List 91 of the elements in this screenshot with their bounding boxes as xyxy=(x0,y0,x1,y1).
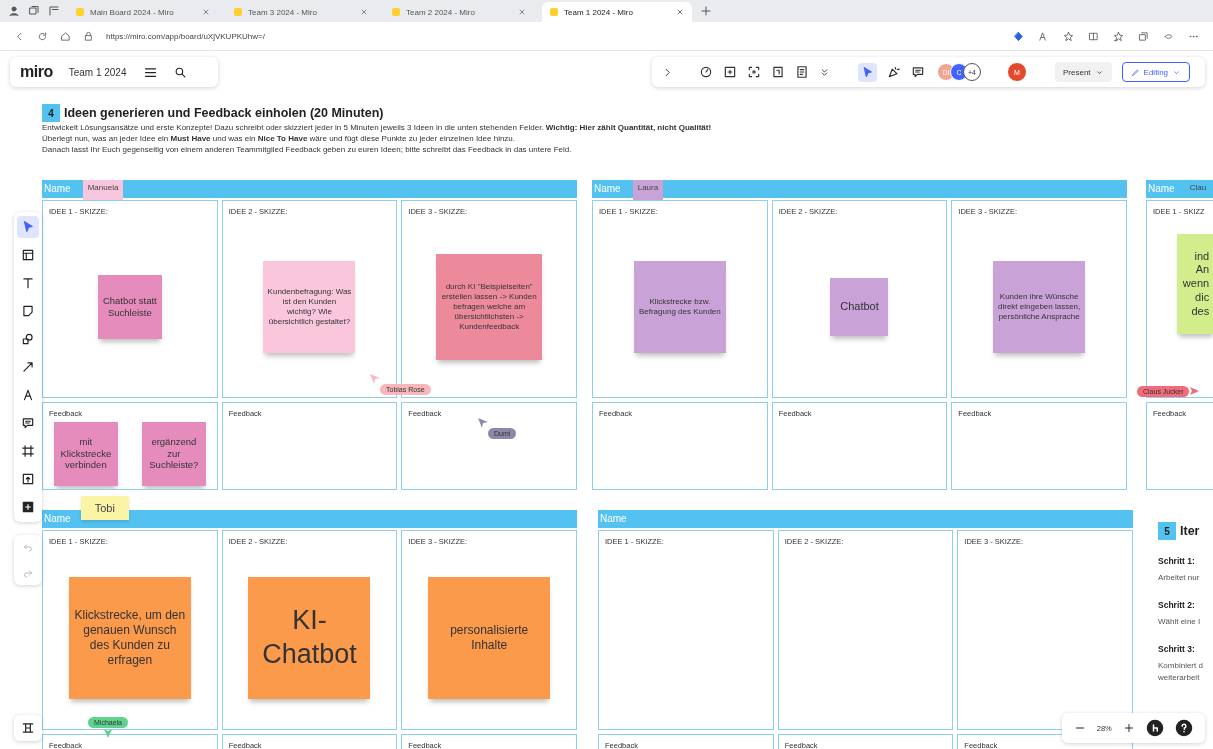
frame-title: Name xyxy=(593,182,621,196)
step-number: 5 xyxy=(1158,522,1176,540)
sticky-note[interactable]: Klickstrecke bzw. Befragung des Kunden xyxy=(633,260,726,353)
sticky-note[interactable]: Klickstrecke, um den genauen Wunsch des Kunden zu erfragen xyxy=(68,576,191,699)
frame-title: Name xyxy=(43,512,71,526)
sticky-note[interactable]: durch KI "Beispielseiten" erstellen lassen -> Kunden befragen welche am übersichtlichsten -> Kundenfeedback xyxy=(436,253,543,360)
frame-title: Name xyxy=(43,182,71,196)
pointer-icon xyxy=(103,728,113,738)
pen-icon xyxy=(21,388,35,402)
sticky-note[interactable]: personalisierte Inhalte xyxy=(428,576,551,699)
lock-icon[interactable] xyxy=(83,30,94,42)
split-screen-icon[interactable] xyxy=(1088,30,1099,42)
frames-icon xyxy=(21,721,35,735)
upload-icon xyxy=(21,472,35,486)
extension-icon[interactable] xyxy=(1013,30,1024,42)
pointer-icon xyxy=(1189,386,1200,396)
board-name[interactable]: Team 1 2024 xyxy=(68,66,127,78)
favicon-icon xyxy=(550,8,558,16)
sticky-note[interactable]: Kunden ihre Wünsche direkt eingeben lassen, persönliche Ansprache xyxy=(993,260,1086,353)
card-icon[interactable] xyxy=(771,65,785,79)
step-label: Schritt 2: xyxy=(1158,600,1196,610)
shapes-icon xyxy=(21,332,35,346)
instruction-text: Danach lasst Ihr Euch gegenseitig von einem anderen Teammitglied Feedback geben zu euren Ideen; bitte schreibt das Feedback in das untere Feld. xyxy=(42,144,573,155)
double-chevron-icon[interactable] xyxy=(819,66,830,78)
frame-icon xyxy=(21,444,35,458)
comment-icon xyxy=(21,416,35,430)
close-icon[interactable] xyxy=(518,8,526,16)
layout-icon xyxy=(21,248,35,262)
favicon-icon xyxy=(392,8,400,16)
browser-tab[interactable]: Team 3 2024 - Miro xyxy=(226,2,376,22)
sticky-note[interactable]: Kundenbefragung: Was ist den Kunden wichtig? Wie übersichtlich gestaltet? xyxy=(263,260,356,353)
chat-icon[interactable] xyxy=(911,65,925,79)
new-tab-icon[interactable] xyxy=(700,5,712,17)
close-icon[interactable] xyxy=(202,8,210,16)
section-title: Ideen generieren und Feedback einholen (20 Minuten) xyxy=(64,106,384,120)
pointer-icon xyxy=(370,374,380,384)
sticky-note-icon xyxy=(21,304,35,318)
url-text[interactable]: https://miro.com/app/board/uXjVKUPKUhw=/ xyxy=(106,31,1001,41)
step-label: Schritt 3: xyxy=(1158,644,1196,654)
sticky-note[interactable]: ind An wenn dic des xyxy=(1177,234,1213,334)
name-note: Tobi xyxy=(80,496,129,520)
favicon-icon xyxy=(234,8,242,16)
profile-icon[interactable] xyxy=(8,5,20,17)
sticky-note[interactable]: ergänzend zur Suchleiste? xyxy=(141,421,206,486)
step-text: Arbeitet nur xyxy=(1158,572,1201,584)
tab-actions-icon[interactable] xyxy=(48,5,60,17)
browser-tab[interactable]: Main Board 2024 - Miro xyxy=(68,2,218,22)
step-text: Kombiniert d weiterarbeit xyxy=(1158,660,1204,684)
instruction-text: Entwickelt Lösungsansätze und erste Konzepte! Dazu schreibt oder skizziert jeder in 5 Minuten jeweils 3 Ideen in die unten stehenden Felder. Wichtig: Hier zählt Quantität, nicht Qualität! xyxy=(42,122,713,133)
arrow-icon xyxy=(21,360,35,374)
text-tool-icon xyxy=(21,276,35,290)
help-icon[interactable] xyxy=(1175,719,1194,737)
logo[interactable]: miro xyxy=(20,63,53,81)
workspaces-icon[interactable] xyxy=(28,5,40,17)
party-icon[interactable] xyxy=(887,65,901,79)
read-aloud-icon[interactable] xyxy=(1038,30,1049,42)
close-icon[interactable] xyxy=(676,8,684,16)
step-label: Schritt 1: xyxy=(1158,556,1196,566)
document-icon[interactable] xyxy=(795,65,809,79)
sticky-note[interactable]: Chatbot statt Suchleiste xyxy=(97,274,162,339)
favicon-icon xyxy=(76,8,84,16)
frames-button[interactable] xyxy=(14,715,42,741)
browser-tab[interactable]: Team 2 2024 - Miro xyxy=(384,2,534,22)
present-button[interactable]: Present xyxy=(1055,62,1112,82)
editing-button[interactable]: Editing xyxy=(1121,62,1191,82)
sticky-note[interactable]: KI-Chatbot xyxy=(248,576,371,699)
focus-icon[interactable] xyxy=(747,65,761,79)
frame-title: Name xyxy=(599,512,627,526)
instruction-text: Überlegt nun, was an jeder Idee ein Must Have und was ein Nice To Have wäre und fügt diese Punkte zu jeder einzelnen Idee hinzu. xyxy=(42,133,517,144)
step-number: 4 xyxy=(42,104,60,122)
section-title: Iter xyxy=(1180,524,1200,538)
favorite-icon[interactable] xyxy=(1063,30,1074,42)
cursor-icon[interactable] xyxy=(861,65,874,79)
sticky-note[interactable]: Chatbot xyxy=(830,277,889,336)
cursor-icon xyxy=(21,220,35,234)
frame-title: Name xyxy=(1147,182,1175,196)
reload-icon[interactable] xyxy=(37,30,48,42)
pointer-icon xyxy=(478,418,488,428)
pencil-icon xyxy=(1130,67,1140,77)
zoom-in-icon[interactable] xyxy=(1123,722,1135,734)
timer-icon[interactable] xyxy=(699,65,713,79)
plus-icon xyxy=(21,500,35,514)
search-icon[interactable] xyxy=(173,65,187,79)
close-icon[interactable] xyxy=(360,8,368,16)
add-frame-icon[interactable] xyxy=(723,65,737,79)
step-text: Wählt eine I xyxy=(1158,616,1202,628)
favorites-icon[interactable] xyxy=(1113,30,1124,42)
home-icon[interactable] xyxy=(60,30,71,42)
browser-tab[interactable]: Team 1 2024 - Miro xyxy=(542,2,692,22)
collections-icon[interactable] xyxy=(1138,30,1149,42)
sticky-note[interactable]: mit Klickstrecke verbinden xyxy=(53,421,118,486)
